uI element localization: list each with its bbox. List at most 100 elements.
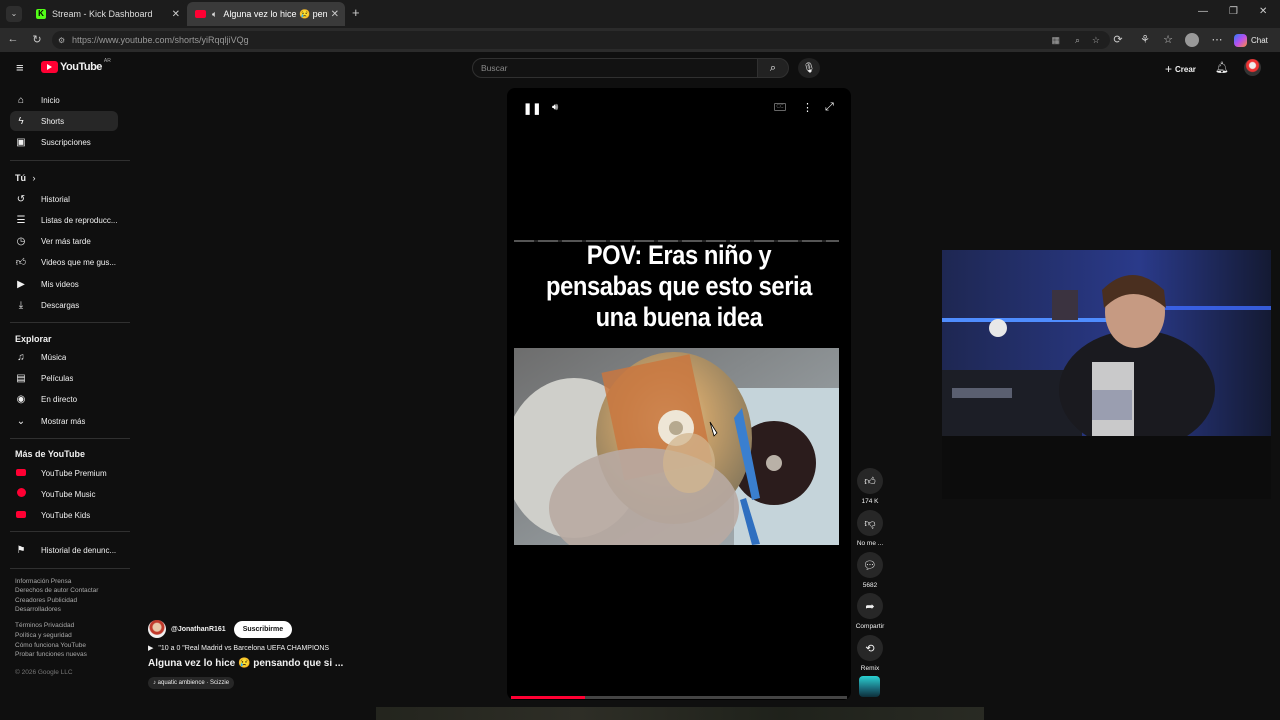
plus-icon: + — [1165, 62, 1173, 76]
favorites-icon[interactable]: ☆ — [1161, 33, 1175, 46]
hamburger-menu-icon[interactable]: ≡ — [16, 60, 24, 75]
dislike-icon[interactable]: 👎︎ — [857, 510, 883, 536]
comments-action[interactable]: 💬︎ 5682 — [856, 552, 884, 589]
sidebar-item-youtube-premium[interactable]: YouTube Premium — [10, 463, 118, 483]
tab-kick-dashboard[interactable]: K Stream - Kick Dashboard ✕ — [28, 2, 186, 26]
browser-tab-bar: ⌄ K Stream - Kick Dashboard ✕ 🔈︎ Alguna … — [0, 0, 1280, 28]
sidebar-item-peliculas[interactable]: ▤ Películas — [10, 368, 118, 388]
sidebar-item-videos-me-gustan[interactable]: 👍︎ Videos que me gus... — [10, 252, 118, 272]
url-field[interactable]: ⚙ https://www.youtube.com/shorts/yiRqqlj… — [52, 31, 1110, 49]
more-menu-icon[interactable]: ⋯ — [1210, 33, 1224, 46]
sidebar-divider — [10, 531, 130, 532]
sidebar-item-shorts[interactable]: ϟ Shorts — [10, 111, 118, 131]
like-action[interactable]: 👍︎ 174 K — [856, 468, 884, 505]
pause-icon[interactable]: ❚❚ — [523, 102, 541, 115]
notifications-bell-icon[interactable]: 🔔︎ — [1215, 61, 1229, 74]
close-window-button[interactable]: ✕ — [1259, 6, 1267, 17]
youtube-favicon-icon — [195, 10, 206, 18]
footer-links-1[interactable]: Información Prensa — [15, 578, 71, 585]
tab-list-dropdown[interactable]: ⌄ — [6, 6, 22, 22]
extensions-icon[interactable]: ⟳ — [1111, 33, 1125, 46]
like-count: 174 K — [861, 498, 879, 505]
footer-links-2[interactable]: Derechos de autor Contactar — [15, 587, 98, 594]
footer-links-5[interactable]: Términos Privacidad — [15, 622, 74, 629]
youtube-logo[interactable]: YouTube AR — [41, 58, 111, 73]
sidebar-item-label: Ver más tarde — [41, 236, 91, 246]
captions-icon[interactable]: CC — [774, 103, 786, 111]
search-input[interactable]: Buscar — [472, 58, 758, 78]
sidebar-item-label: Videos que me gus... — [41, 257, 117, 267]
channel-avatar[interactable] — [148, 620, 166, 638]
close-tab-icon[interactable]: ✕ — [331, 9, 339, 20]
dislike-action[interactable]: 👎︎ No me ... — [856, 510, 884, 547]
live-icon: ◉ — [16, 393, 26, 405]
sound-chip[interactable]: ♪ aquatic ambience · Scizzie — [148, 677, 235, 689]
reading-mode-icon[interactable]: ▦ — [1051, 35, 1060, 46]
sidebar-item-youtube-music[interactable]: YouTube Music — [10, 484, 118, 504]
share-action[interactable]: ➦ Compartir — [856, 593, 884, 630]
sidebar-item-label: YouTube Kids — [41, 510, 91, 520]
comment-icon[interactable]: 💬︎ — [857, 552, 883, 578]
chevron-right-icon: › — [32, 173, 36, 183]
you-section-title[interactable]: Tú › — [15, 173, 36, 183]
create-button[interactable]: + Crear — [1165, 62, 1196, 76]
playback-progress-track[interactable] — [511, 696, 847, 699]
volume-icon[interactable]: 🔊︎ — [552, 102, 558, 113]
sidebar-item-ver-mas-tarde[interactable]: ◷ Ver más tarde — [10, 231, 118, 251]
history-icon: ↺ — [16, 193, 26, 205]
sidebar-item-listas[interactable]: ☰ Listas de reproducc... — [10, 210, 118, 230]
tab-youtube-short[interactable]: 🔈︎ Alguna vez lo hice 😢 pensando ✕ — [187, 2, 345, 26]
voice-search-button[interactable]: 🎙︎ — [798, 58, 820, 78]
sidebar-item-musica[interactable]: ♫ Música — [10, 347, 118, 367]
short-title[interactable]: Alguna vez lo hice 😢 pensando que si ... — [148, 658, 343, 669]
sidebar-item-descargas[interactable]: ⤓ Descargas — [10, 295, 118, 315]
more-options-icon[interactable]: ⋮ — [802, 101, 813, 114]
restore-button[interactable]: ❐ — [1229, 6, 1238, 17]
account-avatar[interactable] — [1244, 59, 1261, 76]
chevron-down-icon: ⌄ — [16, 415, 26, 427]
sidebar-item-mis-videos[interactable]: ▶ Mis videos — [10, 274, 118, 294]
sidebar-item-historial-denuncias[interactable]: ⚑ Historial de denunc... — [10, 540, 118, 560]
favorite-star-icon[interactable]: ☆ — [1092, 35, 1100, 46]
subscribe-button[interactable]: Suscribirme — [233, 620, 293, 638]
remix-action[interactable]: ⟲ Remix — [856, 635, 884, 672]
mic-icon: 🎙︎ — [802, 62, 816, 74]
profile-avatar[interactable] — [1185, 33, 1199, 47]
new-tab-button[interactable]: + — [352, 5, 360, 20]
like-icon[interactable]: 👍︎ — [857, 468, 883, 494]
zoom-icon[interactable]: ⌕ — [1075, 35, 1080, 46]
speaker-icon[interactable]: 🔈︎ — [212, 9, 217, 20]
sidebar-item-historial[interactable]: ↺ Historial — [10, 189, 118, 209]
sidebar-item-label: Mostrar más — [41, 416, 86, 426]
remix-icon[interactable]: ⟲ — [857, 635, 883, 661]
search-button[interactable]: ⌕ — [757, 58, 789, 78]
site-info-icon[interactable]: ⚙ — [58, 36, 65, 45]
channel-name[interactable]: @JonathanR161 — [171, 626, 226, 633]
sound-thumbnail[interactable] — [859, 676, 880, 697]
fullscreen-icon[interactable]: ⤢ — [825, 101, 834, 114]
copilot-chat-button[interactable]: Chat — [1234, 32, 1268, 48]
footer-links-6[interactable]: Política y seguridad — [15, 632, 72, 639]
related-video-link[interactable]: ▶ "10 a 0 "Real Madrid vs Barcelona UEFA … — [148, 644, 329, 652]
back-arrow-icon[interactable]: ← — [6, 33, 20, 45]
footer-links-3[interactable]: Creadores Publicidad — [15, 597, 77, 604]
short-video-player[interactable]: ❚❚ 🔊︎ CC ⋮ ⤢ POV: Eras niño y pensabas q… — [507, 88, 851, 700]
split-screen-icon[interactable]: ⚘ — [1138, 33, 1152, 46]
playback-progress-fill — [511, 696, 585, 699]
webcam-image — [942, 250, 1271, 436]
footer-links-4[interactable]: Desarrolladores — [15, 606, 61, 613]
sidebar-item-mostrar-mas[interactable]: ⌄ Mostrar más — [10, 411, 118, 431]
sidebar-item-inicio[interactable]: ⌂ Inicio — [10, 90, 118, 110]
close-tab-icon[interactable]: ✕ — [172, 9, 180, 20]
sidebar-divider — [10, 160, 130, 161]
share-icon[interactable]: ➦ — [857, 593, 883, 619]
reload-icon[interactable]: ↻ — [30, 33, 44, 46]
sidebar-item-suscripciones[interactable]: ▣ Suscripciones — [10, 132, 118, 152]
sidebar-item-label: Descargas — [41, 300, 80, 310]
footer-links-7[interactable]: Cómo funciona YouTube — [15, 642, 86, 649]
sidebar-item-youtube-kids[interactable]: YouTube Kids — [10, 505, 118, 525]
footer-links-8[interactable]: Probar funciones nuevas — [15, 651, 87, 658]
sidebar-item-label: Listas de reproducc... — [41, 215, 118, 225]
minimize-button[interactable]: — — [1198, 6, 1208, 17]
sidebar-item-en-directo[interactable]: ◉ En directo — [10, 389, 118, 409]
